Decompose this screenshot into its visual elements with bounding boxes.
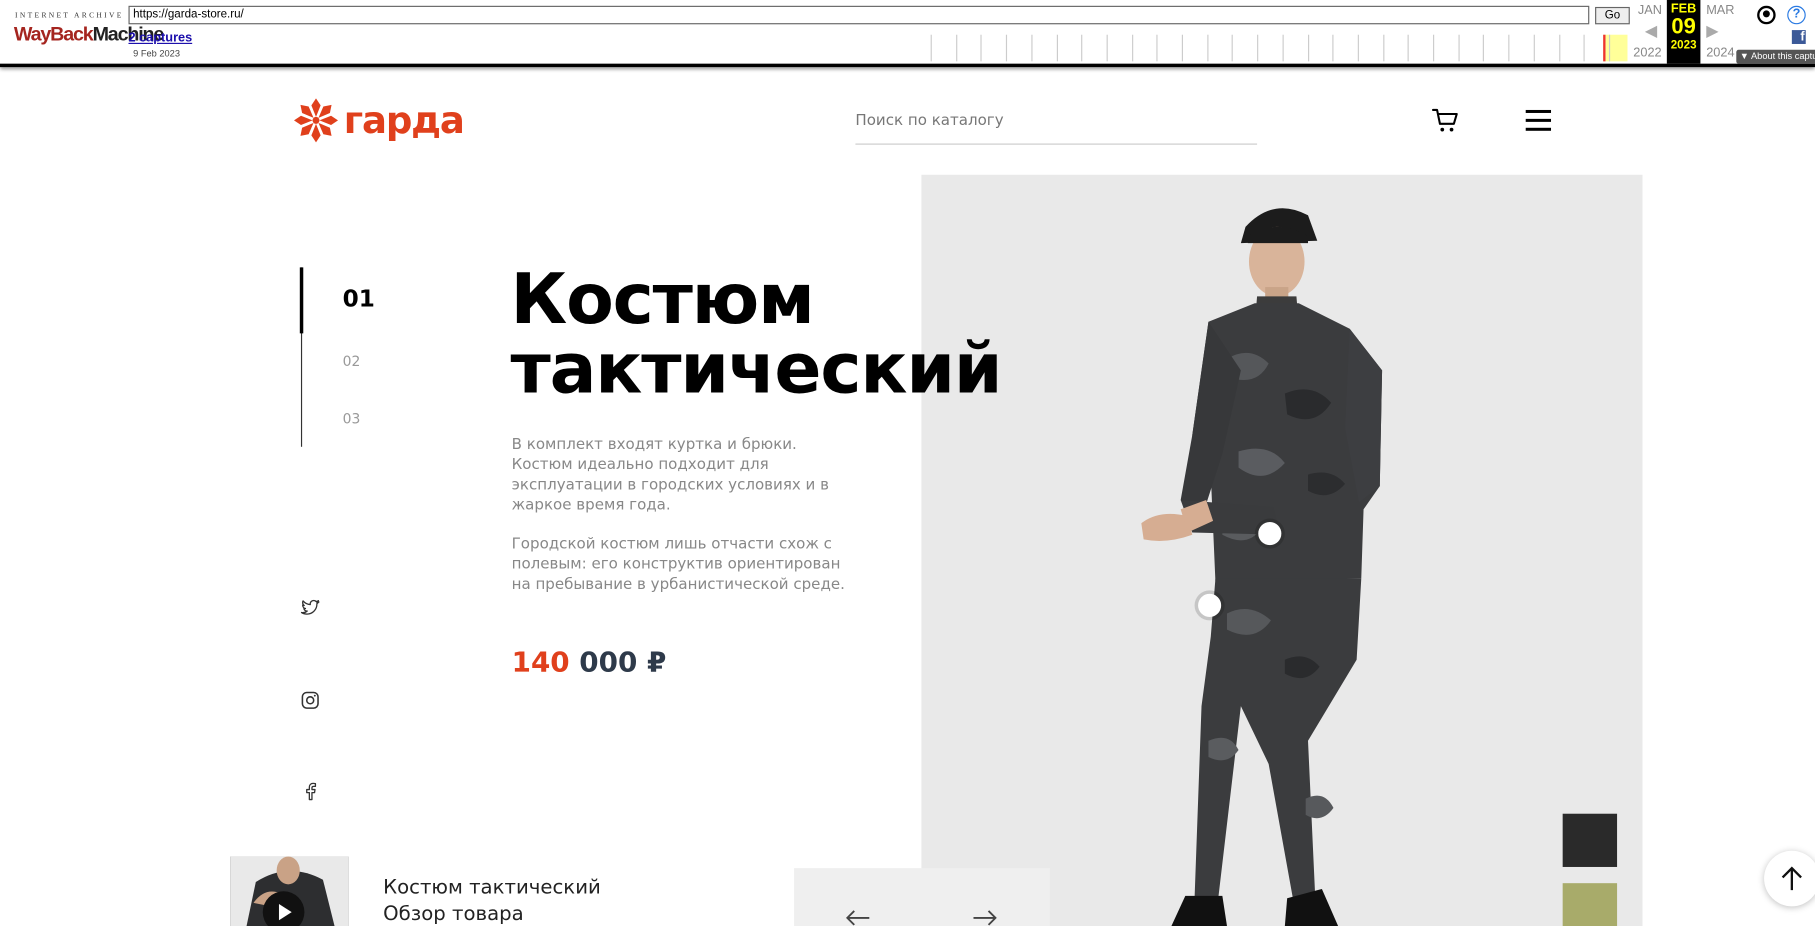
pager-active-bar xyxy=(299,267,304,334)
wayback-current-day: 09 xyxy=(1671,15,1696,40)
sparkline-tick xyxy=(955,34,957,62)
scroll-to-top-button[interactable] xyxy=(1764,850,1815,907)
sparkline-tick xyxy=(1558,34,1560,62)
video-title-line1: Костюм тактический xyxy=(383,876,601,900)
arrow-right-icon[interactable] xyxy=(972,910,997,926)
hotspot-pants[interactable] xyxy=(1198,593,1222,617)
price-rest: 000 ₽ xyxy=(579,645,667,679)
product-title-line1: Костюм xyxy=(510,259,814,341)
slider-controls xyxy=(794,868,1050,926)
sparkline-tick xyxy=(1282,34,1284,62)
pager-item-01[interactable]: 01 xyxy=(343,285,375,313)
sparkline-tick xyxy=(1458,34,1460,62)
about-capture-label: About this capture xyxy=(1750,50,1815,62)
pager-item-02[interactable]: 02 xyxy=(343,353,361,369)
sparkline-tick xyxy=(1031,34,1033,62)
sparkline-tick xyxy=(1433,34,1435,62)
arrow-left-icon[interactable] xyxy=(845,910,870,926)
sparkline-tick xyxy=(1332,34,1334,62)
star-logo-icon xyxy=(294,98,338,143)
arrow-up-icon xyxy=(1781,866,1802,891)
wayback-logo-word1: WayBack xyxy=(13,23,94,46)
search-field[interactable] xyxy=(855,104,1258,145)
sparkline-highlight xyxy=(1603,34,1628,62)
sparkline-tick xyxy=(1006,34,1008,62)
sparkline-tick xyxy=(1583,34,1585,62)
product-price: 140 000 ₽ xyxy=(512,646,667,678)
wayback-next-month[interactable]: MAR xyxy=(1706,3,1734,17)
sparkline-tick xyxy=(1081,34,1083,62)
product-title: Костюм тактический xyxy=(510,259,1002,410)
sparkline-tick xyxy=(1382,34,1384,62)
user-icon[interactable] xyxy=(1757,5,1776,25)
menu-icon[interactable] xyxy=(1525,109,1552,132)
product-description-1: В комплект входят куртка и брюки. Костюм… xyxy=(511,436,829,515)
price-thousands: 140 xyxy=(511,645,570,679)
wayback-next-arrow-icon[interactable]: ▶ xyxy=(1706,21,1718,41)
product-title-line2: тактический xyxy=(510,328,1002,410)
twitter-icon[interactable] xyxy=(300,597,321,618)
instagram-icon[interactable] xyxy=(300,690,321,711)
sparkline-tick xyxy=(930,34,932,62)
product-model-image xyxy=(1141,208,1383,926)
sparkline-tick xyxy=(1206,34,1209,62)
wayback-logo[interactable]: WayBackMachine xyxy=(13,21,164,49)
sparkline-tick xyxy=(980,34,983,62)
sparkline-tick xyxy=(1307,34,1309,62)
sparkline-tick xyxy=(1407,34,1410,62)
wayback-url-input[interactable]: https://garda-store.ru/ xyxy=(128,5,1590,25)
logo-text: гарда xyxy=(343,98,465,143)
sparkline-tick xyxy=(1131,34,1133,62)
wayback-toolbar: INTERNET ARCHIVE WayBackMachine https://… xyxy=(0,0,1815,68)
site-logo[interactable]: гарда xyxy=(293,97,465,143)
video-title-line2: Обзор товара xyxy=(383,902,524,926)
sparkline-tick xyxy=(1483,34,1485,62)
wayback-current-year: 2023 xyxy=(1670,39,1697,53)
sparkline-tick xyxy=(1106,34,1108,62)
sparkline-tick xyxy=(1533,34,1535,62)
wayback-sparkline[interactable] xyxy=(926,34,1630,62)
sparkline-tick xyxy=(1508,34,1510,62)
video-title[interactable]: Костюм тактический Обзор товара xyxy=(383,875,601,926)
wayback-prev-year[interactable]: 2022 xyxy=(1633,46,1661,60)
wayback-go-button[interactable]: Go xyxy=(1595,6,1630,25)
wayback-prev-month[interactable]: JAN xyxy=(1638,3,1662,17)
thumbnail-camo[interactable] xyxy=(1562,883,1618,926)
wayback-prev-arrow-icon[interactable]: ◀ xyxy=(1645,21,1657,41)
wayback-next-year[interactable]: 2024 xyxy=(1706,46,1734,60)
facebook-icon[interactable] xyxy=(300,781,321,802)
help-icon[interactable]: ? xyxy=(1787,5,1806,25)
pager-item-03[interactable]: 03 xyxy=(343,411,361,427)
wayback-captures-link[interactable]: 2 captures xyxy=(128,31,192,45)
wayback-logo-caption: INTERNET ARCHIVE xyxy=(15,11,124,20)
sparkline-tick xyxy=(1608,34,1610,62)
sparkline-tick xyxy=(1156,34,1158,62)
search-input[interactable] xyxy=(855,104,1258,137)
sparkline-tick xyxy=(1257,34,1259,62)
hotspot-jacket[interactable] xyxy=(1258,522,1282,546)
cart-icon[interactable] xyxy=(1431,106,1460,134)
sparkline-tick xyxy=(1357,34,1359,62)
thumbnail-dark[interactable] xyxy=(1562,813,1618,867)
facebook-share-icon[interactable]: f xyxy=(1791,30,1806,44)
play-icon[interactable] xyxy=(262,891,305,926)
sparkline-tick xyxy=(1056,34,1058,62)
sparkline-tick xyxy=(1232,34,1234,62)
wayback-current-date: FEB 09 2023 xyxy=(1666,0,1701,64)
about-capture-button[interactable]: ▼ About this capture xyxy=(1736,49,1815,64)
wayback-capture-date: 9 Feb 2023 xyxy=(133,48,180,60)
sparkline-tick xyxy=(1181,34,1183,62)
page: INTERNET ARCHIVE WayBackMachine https://… xyxy=(0,0,1815,926)
product-description-2: Городской костюм лишь отчасти схож с пол… xyxy=(511,535,845,594)
